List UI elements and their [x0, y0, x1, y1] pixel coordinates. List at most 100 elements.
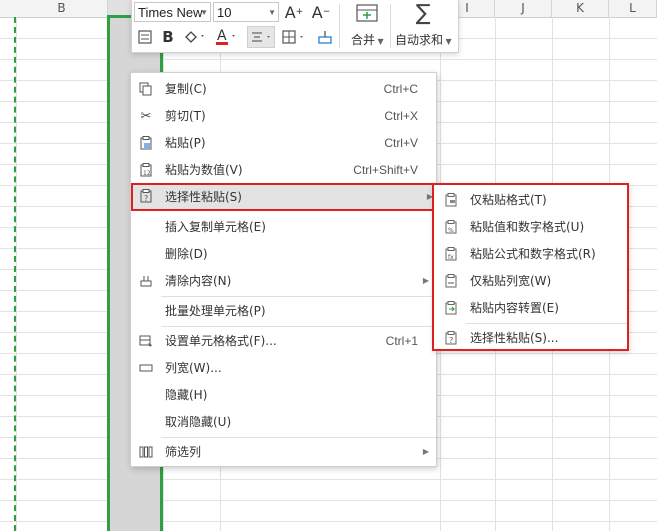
context-menu: 复制(C) Ctrl+C ✂ 剪切(T) Ctrl+X 粘贴(P) Ctrl+V… [130, 72, 437, 467]
paste-icon [138, 135, 154, 151]
column-header-b[interactable]: B [16, 0, 108, 17]
menu-item-column-width[interactable]: 列宽(W)... [131, 355, 436, 381]
chevron-right-icon: ▶ [422, 276, 429, 285]
submenu-item-paste-special[interactable]: ? 选择性粘贴(S)... [434, 325, 627, 351]
menu-item-shortcut: Ctrl+1 [385, 334, 418, 348]
menu-item-clear-contents[interactable]: 清除内容(N) ▶ [131, 268, 436, 294]
filter-columns-icon [138, 444, 154, 460]
copy-marquee-border [14, 17, 16, 531]
menu-item-shortcut: Ctrl+Shift+V [353, 163, 418, 177]
grid-line-horizontal [0, 479, 657, 480]
shrink-font-icon[interactable]: A − [310, 1, 332, 23]
submenu-divider [466, 323, 627, 324]
menu-item-label: 设置单元格格式(F)... [165, 334, 277, 348]
svg-text:A: A [217, 28, 227, 44]
submenu-item-label: 仅粘贴格式(T) [470, 193, 547, 207]
paste-special-icon: ? [443, 330, 459, 346]
menu-item-unhide[interactable]: 取消隐藏(U) [131, 409, 436, 435]
submenu-item-paste-formula[interactable]: fx 粘贴公式和数字格式(R) [434, 241, 627, 267]
menu-item-copy[interactable]: 复制(C) Ctrl+C [131, 76, 436, 102]
paste-values-icon: 12 [138, 162, 154, 178]
menu-item-label: 批量处理单元格(P) [165, 304, 266, 318]
menu-item-label: 粘贴(P) [165, 136, 206, 150]
merge-cells-icon[interactable] [354, 2, 380, 24]
paste-column-width-icon [443, 273, 459, 289]
autosum-button[interactable]: 自动求和 ▼ [395, 31, 452, 48]
paste-special-icon: ? [138, 188, 154, 204]
menu-item-delete[interactable]: 删除(D) [131, 241, 436, 267]
align-center-icon[interactable] [247, 26, 275, 48]
chevron-right-icon: ▶ [422, 447, 429, 456]
submenu-item-paste-format[interactable]: 仅粘贴格式(T) [434, 187, 627, 213]
menu-item-batch-process[interactable]: 批量处理单元格(P) [131, 298, 436, 324]
menu-item-paste-special[interactable]: ? 选择性粘贴(S) ▶ [131, 183, 436, 211]
submenu-item-paste-transpose[interactable]: 粘贴内容转置(E) [434, 295, 627, 321]
chevron-down-icon: ▼ [375, 37, 384, 46]
column-header-j[interactable]: J [495, 0, 552, 17]
menu-item-label: 选择性粘贴(S) [165, 190, 242, 204]
grid-line-horizontal [0, 521, 657, 522]
svg-text:?: ? [144, 194, 148, 203]
menu-item-label: 隐藏(H) [165, 388, 208, 402]
font-color-icon[interactable]: A [214, 26, 238, 48]
menu-item-format-cells[interactable]: 设置单元格格式(F)... Ctrl+1 [131, 328, 436, 354]
fill-color-icon[interactable] [182, 28, 208, 46]
menu-item-shortcut: Ctrl+V [384, 136, 418, 150]
format-painter-icon[interactable] [136, 28, 154, 46]
submenu-item-label: 粘贴公式和数字格式(R) [470, 247, 596, 261]
paste-format-icon [443, 192, 459, 208]
menu-item-paste-values[interactable]: 12 粘贴为数值(V) Ctrl+Shift+V [131, 157, 436, 183]
menu-divider [161, 296, 436, 297]
submenu-item-paste-values-number[interactable]: % 粘贴值和数字格式(U) [434, 214, 627, 240]
grow-font-icon[interactable]: A + [283, 1, 305, 23]
menu-item-filter-columns[interactable]: 筛选列 ▶ [131, 439, 436, 465]
menu-item-cut[interactable]: ✂ 剪切(T) Ctrl+X [131, 103, 436, 129]
autosum-label: 自动求和 [395, 33, 444, 47]
mini-toolbar: Times New ▼ 10 ▼ A + A − B A 合并 ▼ ∑ 自动求和 ▼ [131, 0, 459, 53]
eraser-icon[interactable] [314, 26, 336, 48]
sum-icon[interactable]: ∑ [410, 0, 436, 26]
bold-icon[interactable]: B [159, 28, 177, 46]
menu-item-label: 筛选列 [165, 445, 202, 459]
menu-divider [161, 437, 436, 438]
font-size-select[interactable]: 10 ▼ [213, 2, 279, 22]
menu-item-label: 删除(D) [165, 247, 208, 261]
paste-formula-icon: fx [443, 246, 459, 262]
submenu-item-label: 选择性粘贴(S)... [470, 331, 559, 345]
column-header-k[interactable]: K [552, 0, 609, 17]
grid-line-vertical [16, 17, 17, 531]
font-size-value: 10 [217, 5, 232, 20]
eraser-icon [138, 273, 154, 289]
chevron-down-icon: ▼ [443, 37, 452, 46]
chevron-down-icon: ▼ [268, 8, 276, 17]
menu-item-shortcut: Ctrl+X [384, 109, 418, 123]
borders-icon[interactable] [280, 26, 308, 48]
svg-text:fx: fx [448, 254, 454, 261]
scissors-icon: ✂ [140, 108, 152, 124]
toolbar-divider [339, 4, 340, 48]
menu-item-label: 剪切(T) [165, 109, 206, 123]
menu-item-shortcut: Ctrl+C [383, 82, 418, 96]
menu-item-label: 粘贴为数值(V) [165, 163, 243, 177]
paste-values-number-icon: % [443, 219, 459, 235]
column-width-icon [138, 360, 154, 376]
submenu-item-label: 仅粘贴列宽(W) [470, 274, 552, 288]
format-cells-icon [138, 333, 154, 349]
paste-transpose-icon [443, 300, 459, 316]
column-header-l[interactable]: L [609, 0, 657, 17]
submenu-item-paste-column-width[interactable]: 仅粘贴列宽(W) [434, 268, 627, 294]
menu-item-label: 复制(C) [165, 82, 207, 96]
svg-text:12: 12 [143, 170, 151, 177]
menu-item-label: 清除内容(N) [165, 274, 232, 288]
svg-text:?: ? [449, 336, 453, 345]
menu-item-paste[interactable]: 粘贴(P) Ctrl+V [131, 130, 436, 156]
grid-line-horizontal [0, 500, 657, 501]
menu-item-insert-copied-cells[interactable]: 插入复制单元格(E) [131, 214, 436, 240]
font-name-select[interactable]: Times New ▼ [134, 2, 211, 22]
menu-item-hide[interactable]: 隐藏(H) [131, 382, 436, 408]
merge-cells-label: 合并 [351, 33, 376, 47]
svg-text:%: % [448, 227, 454, 234]
submenu-item-label: 粘贴内容转置(E) [470, 301, 559, 315]
copy-icon [138, 81, 154, 97]
merge-cells-button[interactable]: 合并 ▼ [351, 31, 384, 48]
